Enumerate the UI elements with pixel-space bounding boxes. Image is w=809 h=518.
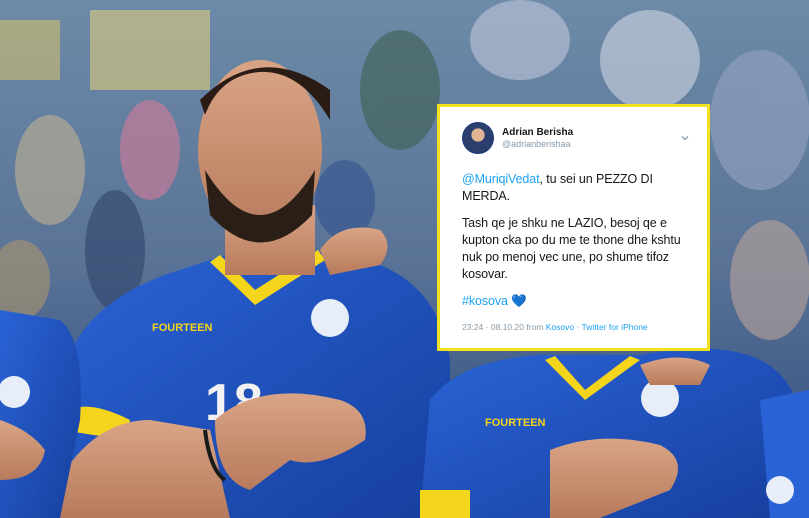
tweet-line-1: @MuriqiVedat, tu sei un PEZZO DI MERDA.: [462, 171, 691, 205]
jersey-brand-right: FOURTEEN: [485, 417, 546, 429]
tweet-date: 08.10.20: [490, 322, 524, 332]
jersey-brand-left: FOURTEEN: [152, 322, 213, 334]
handle[interactable]: @adrianberishaa: [502, 139, 573, 149]
meta-separator-2: ·: [576, 322, 580, 332]
from-label: from: [526, 322, 544, 332]
tweet-text: @MuriqiVedat, tu sei un PEZZO DI MERDA. …: [462, 171, 691, 310]
location-link[interactable]: Kosovo: [546, 322, 574, 332]
tweet-meta: 23:24 · 08.10.20 from Kosovo · Twitter f…: [462, 322, 691, 332]
chevron-down-icon[interactable]: [679, 132, 691, 144]
avatar[interactable]: [462, 122, 494, 154]
right-player: FOURTEEN: [420, 348, 809, 518]
mention-link[interactable]: @MuriqiVedat: [462, 172, 540, 186]
tweet-header: Adrian Berisha @adrianberishaa: [462, 121, 691, 155]
tweet-time: 23:24: [462, 322, 484, 332]
tweet-card: Adrian Berisha @adrianberishaa @MuriqiVe…: [437, 104, 710, 351]
blue-heart-icon: 💙: [511, 294, 527, 308]
display-name[interactable]: Adrian Berisha: [502, 127, 573, 138]
hashtag-link[interactable]: #kosova: [462, 294, 508, 308]
tweet-hashtag-line: #kosova 💙: [462, 293, 691, 310]
meta-separator: ·: [485, 322, 489, 332]
tweet-paragraph-2: Tash qe je shku ne LAZIO, besoj qe e kup…: [462, 216, 681, 281]
author-names: Adrian Berisha @adrianberishaa: [502, 127, 573, 149]
source-link[interactable]: Twitter for iPhone: [582, 322, 648, 332]
